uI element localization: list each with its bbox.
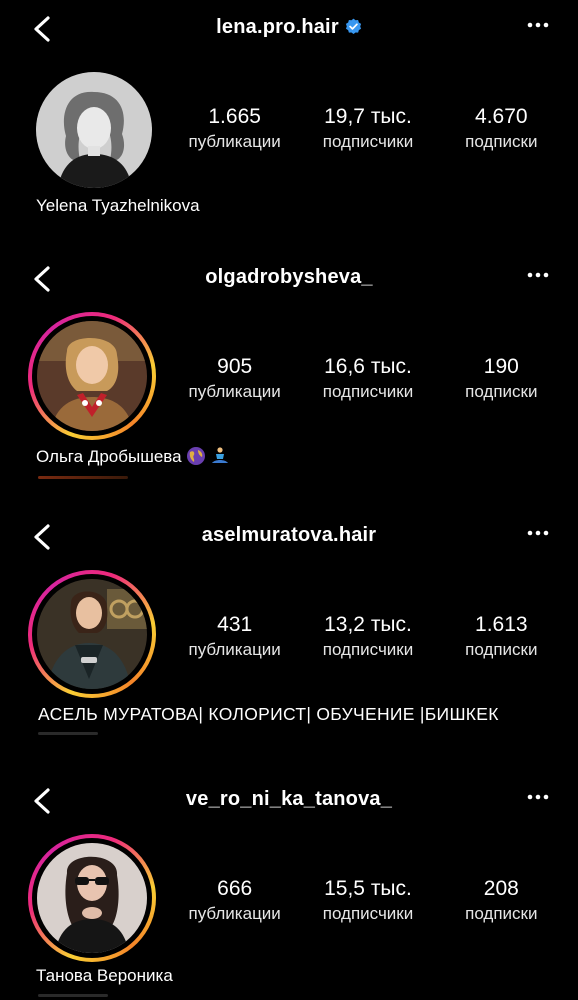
profile-stats: 1.665 публикации 19,7 тыс. подписчики 4.… bbox=[168, 104, 568, 153]
following-count: 1.613 bbox=[475, 613, 528, 636]
more-horizontal-icon[interactable] bbox=[526, 528, 550, 538]
avatar-photo bbox=[37, 321, 147, 431]
top-bar: olgadrobysheva_ bbox=[0, 250, 578, 308]
posts-stat[interactable]: 431 публикации bbox=[168, 612, 301, 661]
profile-stats: 431 публикации 13,2 тыс. подписчики 1.61… bbox=[168, 612, 568, 661]
followers-stat[interactable]: 15,5 тыс. подписчики bbox=[301, 876, 434, 925]
followers-stat[interactable]: 16,6 тыс. подписчики bbox=[301, 354, 434, 403]
meditation-emoji-icon bbox=[211, 447, 228, 463]
posts-label: публикации bbox=[188, 904, 281, 923]
profile-stats: 905 публикации 16,6 тыс. подписчики 190 … bbox=[168, 354, 568, 403]
following-count: 4.670 bbox=[475, 105, 528, 128]
truncated-bio-line bbox=[38, 476, 128, 479]
following-label: подписки bbox=[465, 132, 538, 151]
following-label: подписки bbox=[465, 904, 538, 923]
following-stat[interactable]: 208 подписки bbox=[435, 876, 568, 925]
avatar-story-ring[interactable] bbox=[28, 834, 156, 962]
following-label: подписки bbox=[465, 382, 538, 401]
more-horizontal-icon[interactable] bbox=[526, 270, 550, 280]
profile-full-name: Танова Вероника bbox=[36, 966, 173, 985]
profile-full-name: Yelena Tyazhelnikova bbox=[36, 196, 200, 215]
followers-label: подписчики bbox=[322, 382, 414, 401]
posts-count: 431 bbox=[217, 613, 253, 636]
avatar bbox=[37, 843, 147, 953]
avatar bbox=[37, 321, 147, 431]
followers-label: подписчики bbox=[322, 904, 414, 923]
username-title: ve_ro_ni_ka_tanova_ bbox=[185, 788, 393, 810]
following-label: подписки bbox=[465, 640, 538, 659]
more-horizontal-icon[interactable] bbox=[526, 20, 550, 30]
posts-count: 666 bbox=[217, 877, 253, 900]
posts-count: 1.665 bbox=[208, 105, 261, 128]
posts-label: публикации bbox=[188, 382, 281, 401]
followers-label: подписчики bbox=[322, 640, 414, 659]
profile-full-name: АСЕЛЬ МУРАТОВА| КОЛОРИСТ| ОБУЧЕНИЕ |БИШК… bbox=[38, 704, 499, 724]
followers-label: подписчики bbox=[322, 132, 414, 151]
profile-header-lena: lena.pro.hair 1.665 публикации 19,7 тыс.… bbox=[0, 0, 578, 215]
truncated-bio-line bbox=[38, 994, 108, 997]
truncated-bio-line bbox=[38, 732, 98, 735]
globe-emoji-icon bbox=[186, 447, 205, 465]
username-text: lena.pro.hair bbox=[216, 16, 339, 38]
top-bar: aselmuratova.hair bbox=[0, 508, 578, 566]
followers-count: 13,2 тыс. bbox=[324, 613, 412, 636]
top-bar: ve_ro_ni_ka_tanova_ bbox=[0, 772, 578, 830]
profile-stats: 666 публикации 15,5 тыс. подписчики 208 … bbox=[168, 876, 568, 925]
username-title: lena.pro.hair bbox=[0, 16, 578, 39]
posts-stat[interactable]: 666 публикации bbox=[168, 876, 301, 925]
posts-label: публикации bbox=[188, 132, 281, 151]
following-count: 190 bbox=[483, 355, 519, 378]
posts-label: публикации bbox=[188, 640, 281, 659]
more-horizontal-icon[interactable] bbox=[526, 792, 550, 802]
following-stat[interactable]: 1.613 подписки bbox=[435, 612, 568, 661]
profile-header-olga: olgadrobysheva_ 905 публикации 16,6 тыс.… bbox=[0, 250, 578, 479]
username-title: aselmuratova.hair bbox=[201, 524, 377, 546]
avatar[interactable] bbox=[36, 72, 152, 188]
followers-stat[interactable]: 13,2 тыс. подписчики bbox=[301, 612, 434, 661]
avatar-photo bbox=[37, 579, 147, 689]
avatar-photo bbox=[36, 72, 152, 188]
avatar bbox=[37, 579, 147, 689]
verified-badge-icon bbox=[345, 18, 361, 34]
followers-count: 19,7 тыс. bbox=[324, 105, 412, 128]
avatar-story-ring[interactable] bbox=[28, 312, 156, 440]
followers-count: 16,6 тыс. bbox=[324, 355, 412, 378]
avatar-photo bbox=[37, 843, 147, 953]
following-stat[interactable]: 4.670 подписки bbox=[435, 104, 568, 153]
username-title: olgadrobysheva_ bbox=[205, 266, 373, 288]
followers-count: 15,5 тыс. bbox=[324, 877, 412, 900]
profile-full-name: Ольга Дробышева bbox=[36, 447, 182, 466]
profile-full-name-row: Ольга Дробышева bbox=[36, 446, 230, 467]
following-stat[interactable]: 190 подписки bbox=[435, 354, 568, 403]
profile-header-veronika: ve_ro_ni_ka_tanova_ 666 публикации 15,5 … bbox=[0, 772, 578, 997]
profile-header-asel: aselmuratova.hair 431 публикации 13,2 ты… bbox=[0, 508, 578, 735]
posts-count: 905 bbox=[217, 355, 253, 378]
avatar-story-ring[interactable] bbox=[28, 570, 156, 698]
followers-stat[interactable]: 19,7 тыс. подписчики bbox=[301, 104, 434, 153]
posts-stat[interactable]: 905 публикации bbox=[168, 354, 301, 403]
top-bar: lena.pro.hair bbox=[0, 0, 578, 58]
posts-stat[interactable]: 1.665 публикации bbox=[168, 104, 301, 153]
following-count: 208 bbox=[483, 877, 519, 900]
